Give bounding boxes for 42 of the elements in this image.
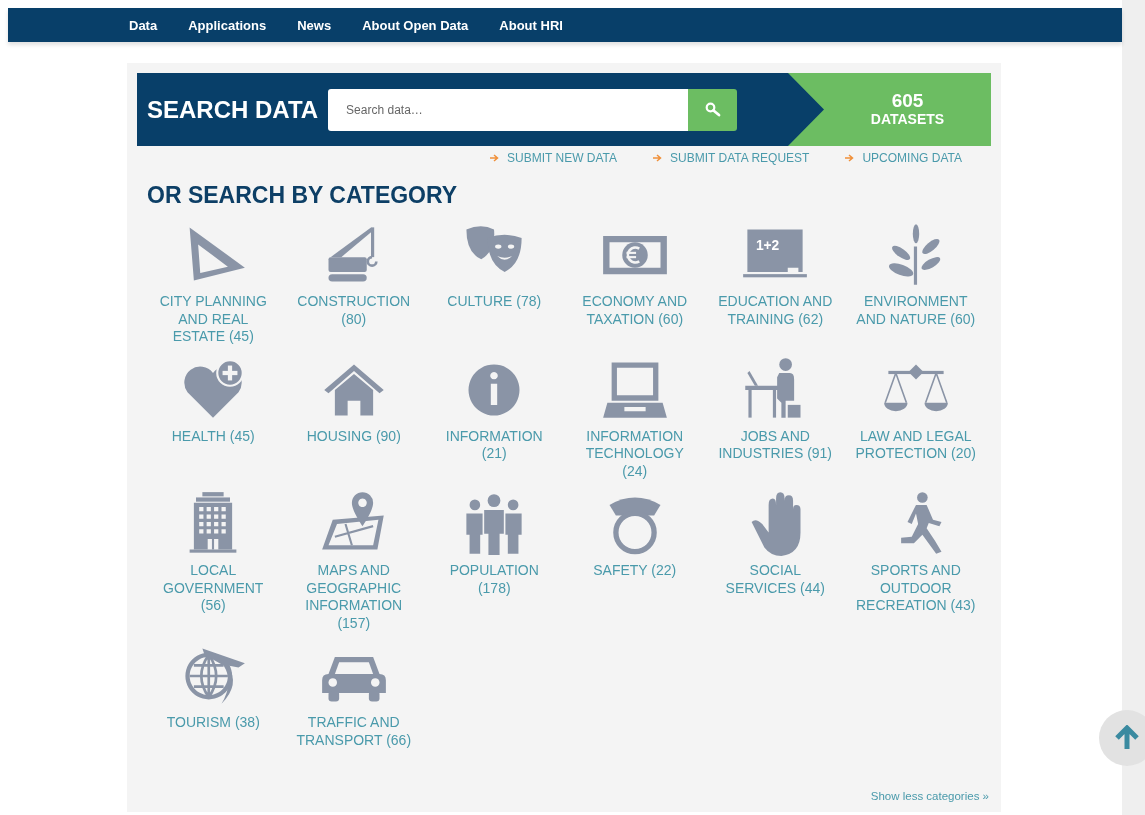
category-link[interactable]: CITY PLANNING AND REAL ESTATE (45) [143, 221, 284, 346]
show-less-link[interactable]: Show less categories » [870, 790, 989, 802]
category-link[interactable]: SPORTS AND OUTDOOR RECREATION (43) [845, 490, 986, 632]
category-link[interactable]: LAW AND LEGAL PROTECTION (20) [845, 355, 986, 480]
category-link[interactable]: MAPS AND GEOGRAPHIC INFORMATION (157) [283, 490, 424, 632]
category-link[interactable]: INFORMATION (21) [424, 355, 565, 480]
category-heading: OR SEARCH BY CATEGORY [147, 181, 459, 209]
dataset-count: 605 [891, 91, 924, 111]
category-link[interactable]: 1+2 EDUCATION AND TRAINING (62) [705, 221, 846, 346]
category-link[interactable]: ECONOMY AND TAXATION (60) [564, 221, 705, 346]
nav-link[interactable]: About Open Data [362, 17, 469, 33]
category-link[interactable]: HOUSING (90) [283, 355, 424, 480]
arrow-right-icon [653, 154, 663, 162]
nav-link[interactable]: Data [129, 17, 158, 33]
search-icon [704, 101, 721, 118]
category-link[interactable]: INFORMATION TECHNOLOGY (24) [564, 355, 705, 480]
category-link[interactable]: LOCAL GOVERNMENT (56) [143, 490, 284, 632]
category-link[interactable]: JOBS AND INDUSTRIES (91) [705, 355, 846, 480]
search-title: SEARCH DATA [147, 95, 319, 124]
arrow-right-icon [490, 154, 500, 162]
category-link[interactable]: SOCIAL SERVICES (44) [705, 490, 846, 632]
arrow-up-icon [1114, 725, 1140, 751]
category-link[interactable]: SAFETY (22) [564, 490, 705, 632]
scrollbar-track[interactable] [1122, 0, 1145, 815]
scroll-to-top-button[interactable] [1099, 710, 1145, 766]
category-link[interactable]: TOURISM (38) [143, 642, 284, 749]
submit-link[interactable]: UPCOMING DATA [845, 151, 962, 165]
nav-link[interactable]: Applications [188, 17, 267, 33]
arrow-right-icon [845, 154, 855, 162]
category-link[interactable]: CULTURE (78) [424, 221, 565, 346]
search-button[interactable] [688, 88, 738, 131]
search-field[interactable]: Search data… [328, 88, 689, 131]
submit-link[interactable]: SUBMIT NEW DATA [490, 151, 618, 165]
category-link[interactable]: HEALTH (45) [143, 355, 284, 480]
nav-link[interactable]: About HRI [499, 17, 563, 33]
category-link[interactable]: TRAFFIC AND TRANSPORT (66) [283, 642, 424, 749]
category-link[interactable]: POPULATION (178) [424, 490, 565, 632]
submit-link[interactable]: SUBMIT DATA REQUEST [653, 151, 810, 165]
category-link[interactable]: CONSTRUCTION (80) [283, 221, 424, 346]
dataset-count-label: DATASETS [870, 111, 945, 128]
category-link[interactable]: ENVIRONMENT AND NATURE (60) [845, 221, 986, 346]
nav-link[interactable]: News [297, 17, 332, 33]
